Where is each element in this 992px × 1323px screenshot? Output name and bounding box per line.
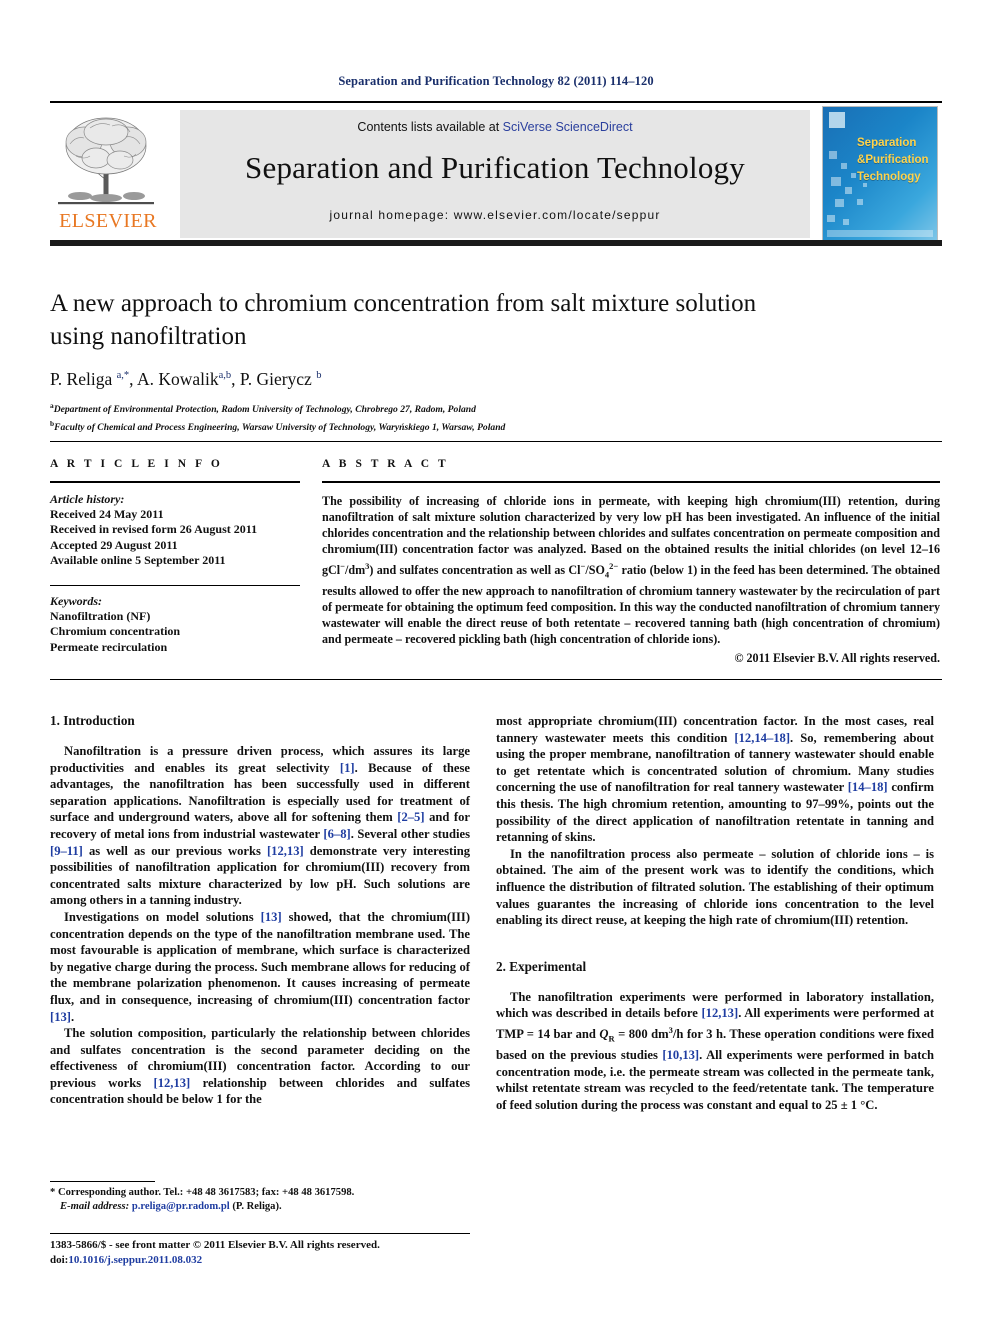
info-section-top-rule xyxy=(50,441,942,442)
masthead-top-rule xyxy=(50,101,942,103)
history-accepted: Accepted 29 August 2011 xyxy=(50,537,178,552)
article-info-underline xyxy=(50,481,300,483)
email-line: E-mail address: p.religa@pr.radom.pl (P.… xyxy=(50,1200,470,1214)
author-1-affil-mark: a,* xyxy=(116,370,130,382)
email-owner: (P. Religa). xyxy=(232,1201,282,1212)
page-title: A new approach to chromium concentration… xyxy=(50,287,930,353)
abstract-underline xyxy=(322,481,940,483)
title-line-1: A new approach to chromium concentration… xyxy=(50,290,757,317)
abstract-text: The possibility of increasing of chlorid… xyxy=(322,493,940,647)
citation-ref[interactable]: [14–18] xyxy=(848,780,888,794)
cover-footer-bar xyxy=(827,230,933,237)
keywords-group: Keywords: Nanofiltration (NF) Chromium c… xyxy=(50,594,300,656)
author-3-affil-mark: b xyxy=(316,370,322,382)
keyword-item: Permeate recirculation xyxy=(50,639,168,654)
elsevier-wordmark: ELSEVIER xyxy=(59,210,157,232)
article-page: Separation and Purification Technology 8… xyxy=(0,0,992,1323)
doi-value[interactable]: 10.1016/j.seppur.2011.08.032 xyxy=(68,1254,202,1266)
elsevier-logo: ELSEVIER xyxy=(50,110,168,238)
paragraph: The solution composition, particularly t… xyxy=(50,1026,470,1107)
author-2-affil-mark: a,b xyxy=(218,370,232,382)
title-block: A new approach to chromium concentration… xyxy=(50,287,930,434)
doi-label: doi: xyxy=(50,1253,69,1266)
title-line-2: using nanofiltration xyxy=(50,323,247,350)
affiliation-1: aDepartment of Environmental Protection,… xyxy=(50,401,476,416)
citation-ref[interactable]: [10,13] xyxy=(662,1048,699,1062)
paragraph: The nanofiltration experiments were perf… xyxy=(496,989,935,1112)
masthead-bottom-rule xyxy=(50,240,942,246)
corresponding-author-note: * Corresponding author. Tel.: +48 48 361… xyxy=(50,1186,470,1214)
doi-line: doi:10.1016/j.seppur.2011.08.032 xyxy=(50,1253,480,1268)
footnote-divider xyxy=(50,1181,155,1182)
author-3[interactable]: P. Gierycz xyxy=(240,369,316,389)
email-link[interactable]: p.religa@pr.radom.pl xyxy=(132,1201,230,1212)
citation-ref[interactable]: [1] xyxy=(340,761,355,775)
running-head: Separation and Purification Technology 8… xyxy=(338,74,654,88)
history-revised: Received in revised form 26 August 2011 xyxy=(50,522,258,537)
paragraph: most appropriate chromium(III) concentra… xyxy=(496,714,934,845)
cover-title: Separation &Purification Technology xyxy=(857,135,937,186)
body-column-left: 1. Introduction Nanofiltration is a pres… xyxy=(50,713,470,1108)
cover-title-line-2: &Purification xyxy=(857,154,929,166)
keyword-item: Nanofiltration (NF) xyxy=(50,608,151,623)
cover-elsevier-mini-icon xyxy=(829,112,845,128)
issn-line: 1383-5866/$ - see front matter © 2011 El… xyxy=(50,1239,380,1251)
keywords-divider xyxy=(50,584,300,586)
journal-banner: Contents lists available at SciVerse Sci… xyxy=(180,110,810,238)
author-list: P. Religa a,*, A. Kowalika,b, P. Gierycz… xyxy=(50,369,322,389)
abstract-column: A B S T R A C T The possibility of incre… xyxy=(322,458,940,666)
paragraph: In the nanofiltration process also perme… xyxy=(496,846,934,928)
paragraph: Investigations on model solutions [13] s… xyxy=(50,909,471,1024)
citation-ref[interactable]: [12,14–18] xyxy=(734,731,790,745)
corresponding-author-line: * Corresponding author. Tel.: +48 48 361… xyxy=(50,1187,355,1198)
keyword-item: Chromium concentration xyxy=(50,624,181,639)
journal-homepage[interactable]: journal homepage: www.elsevier.com/locat… xyxy=(329,208,660,222)
citation-ref[interactable]: [12,13] xyxy=(701,1006,738,1020)
history-received: Received 24 May 2011 xyxy=(50,506,164,521)
author-2[interactable]: A. Kowalik xyxy=(137,369,219,389)
citation-ref[interactable]: [6–8] xyxy=(323,827,350,841)
body-column-right: most appropriate chromium(III) concentra… xyxy=(496,713,934,1114)
citation-ref[interactable]: [9–11] xyxy=(50,844,83,858)
email-label: E-mail address: xyxy=(60,1201,130,1212)
article-info-column: A R T I C L E I N F O Article history: R… xyxy=(50,458,300,655)
section-heading-experimental: 2. Experimental xyxy=(496,958,587,974)
section-heading-introduction: 1. Introduction xyxy=(50,713,135,728)
journal-masthead: ELSEVIER Contents lists available at Sci… xyxy=(50,104,942,242)
history-online: Available online 5 September 2011 xyxy=(50,553,226,568)
contents-prefix: Contents lists available at xyxy=(357,120,503,134)
keywords-label: Keywords: xyxy=(50,593,102,608)
citation-ref[interactable]: [2–5] xyxy=(397,810,424,824)
citation-ref[interactable]: [13] xyxy=(261,910,282,924)
journal-title: Separation and Purification Technology xyxy=(245,150,745,185)
imprint-block: 1383-5866/$ - see front matter © 2011 El… xyxy=(50,1238,480,1267)
info-section-bottom-rule xyxy=(50,679,942,680)
abstract-copyright: © 2011 Elsevier B.V. All rights reserved… xyxy=(734,650,940,665)
journal-cover-thumbnail: Separation &Purification Technology xyxy=(822,106,938,242)
elsevier-tree-icon xyxy=(50,110,162,210)
affiliation-2: bFaculty of Chemical and Process Enginee… xyxy=(50,419,506,434)
citation-ref[interactable]: [12,13] xyxy=(267,844,304,858)
imprint-divider xyxy=(50,1233,470,1234)
sciencedirect-link[interactable]: SciVerse ScienceDirect xyxy=(503,120,633,134)
citation-ref[interactable]: [12,13] xyxy=(154,1076,191,1090)
citation-ref[interactable]: [13] xyxy=(50,1010,71,1024)
article-history-label: Article history: xyxy=(50,491,125,506)
contents-available-line: Contents lists available at SciVerse Sci… xyxy=(357,120,632,134)
author-1[interactable]: P. Religa xyxy=(50,369,117,389)
article-info-heading: A R T I C L E I N F O xyxy=(50,458,223,470)
article-history-group: Article history: Received 24 May 2011 Re… xyxy=(50,492,300,569)
cover-title-line-3: Technology xyxy=(857,171,921,183)
paragraph: Nanofiltration is a pressure driven proc… xyxy=(50,744,471,908)
cover-title-line-1: Separation xyxy=(857,137,917,149)
abstract-heading: A B S T R A C T xyxy=(322,458,449,470)
